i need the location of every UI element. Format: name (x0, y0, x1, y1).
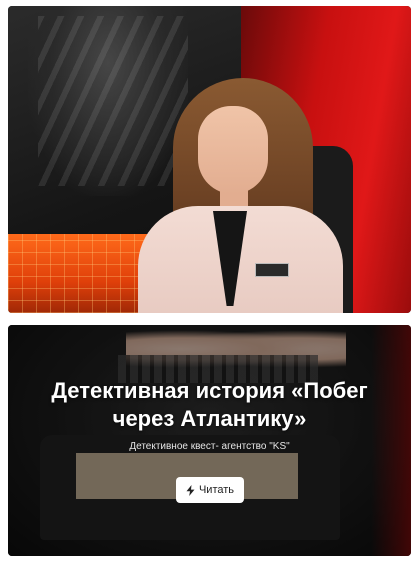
article-title[interactable]: Детективная история «Побег через Атланти… (28, 377, 391, 433)
read-button[interactable]: Читать (176, 477, 244, 503)
read-button-label: Читать (198, 484, 235, 496)
table-map-grid (8, 234, 153, 313)
article-subtitle: Детективное квест- агентство "KS" (129, 441, 290, 452)
name-badge (255, 263, 289, 277)
lightning-icon (186, 484, 195, 496)
article-card[interactable]: Детективная история «Побег через Атланти… (8, 325, 411, 556)
person-face (198, 106, 268, 194)
hero-photo (8, 6, 411, 313)
mural-pattern (38, 16, 188, 186)
